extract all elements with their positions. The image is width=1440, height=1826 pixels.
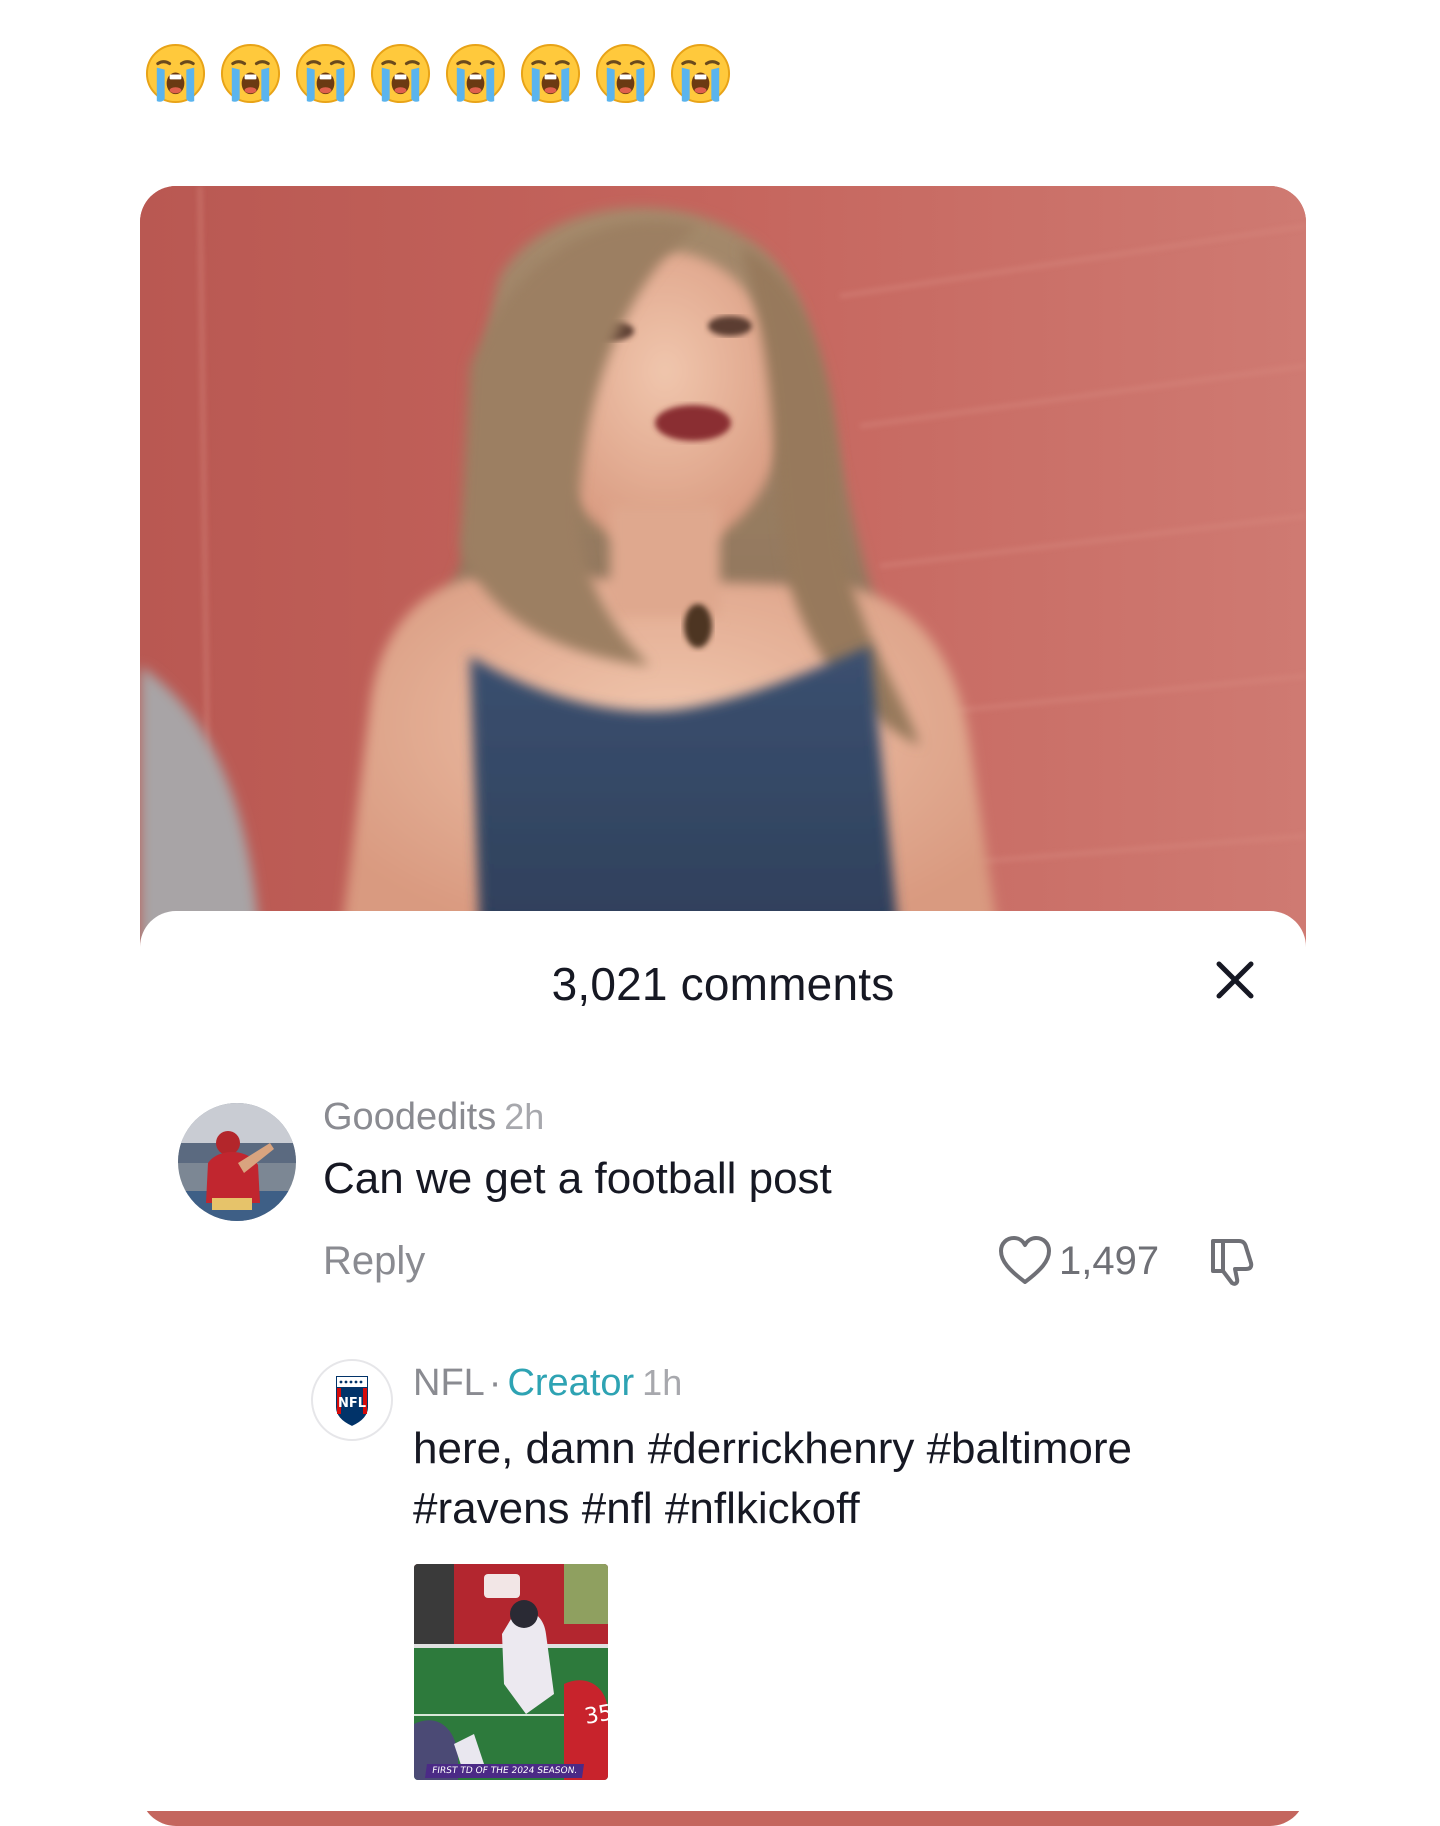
reply-header: NFL · Creator 1h	[413, 1362, 682, 1405]
reply-button[interactable]: Reply	[323, 1239, 425, 1284]
svg-text:35: 35	[583, 1700, 608, 1729]
thumbs-down-icon	[1211, 1239, 1254, 1286]
emoji-row	[144, 42, 732, 106]
close-icon	[1216, 961, 1254, 999]
nfl-logo: NFL	[334, 1374, 370, 1429]
reply-timestamp: 1h	[642, 1362, 683, 1403]
like-count: 1,497	[1059, 1238, 1160, 1283]
loudly-crying-face-icon	[145, 43, 206, 104]
svg-text:NFL: NFL	[338, 1396, 366, 1411]
close-button[interactable]	[1210, 955, 1260, 1005]
football-player-avatar	[178, 1103, 296, 1221]
comments-count-title: 3,021 comments	[551, 958, 895, 1010]
comment-header: Goodedits 2h	[323, 1096, 544, 1139]
loudly-crying-face-icon	[670, 43, 731, 104]
reply-text-line: #ravens #nfl #nflkickoff	[413, 1484, 860, 1533]
loudly-crying-face-icon	[445, 43, 506, 104]
reply-separator: ·	[488, 1362, 502, 1404]
loudly-crying-face-icon	[370, 43, 431, 104]
heart-icon	[999, 1236, 1051, 1284]
comment-username[interactable]: Goodedits	[323, 1096, 496, 1138]
football-play-thumbnail: 35	[414, 1564, 608, 1780]
loudly-crying-face-icon	[220, 43, 281, 104]
loudly-crying-face-icon	[295, 43, 356, 104]
reply-video-thumbnail[interactable]: 35 FIRST TD OF THE 2024 SEASON.	[414, 1564, 608, 1780]
creator-badge: Creator	[507, 1362, 635, 1404]
thumbnail-caption: FIRST TD OF THE 2024 SEASON.	[425, 1764, 585, 1778]
reply-username[interactable]: NFL	[413, 1362, 485, 1404]
comment-timestamp: 2h	[504, 1096, 545, 1137]
video-still	[140, 186, 1306, 946]
loudly-crying-face-icon	[595, 43, 656, 104]
reply-text-line: here, damn #derrickhenry #baltimore	[413, 1424, 1133, 1473]
dislike-button[interactable]	[1205, 1233, 1261, 1289]
comments-sheet: 3,021 comments Goodedits 2h Can we get a …	[140, 911, 1306, 1811]
avatar[interactable]	[178, 1103, 296, 1221]
reply-text: here, damn #derrickhenry #baltimore #rav…	[413, 1419, 1273, 1539]
nfl-avatar[interactable]: NFL	[311, 1359, 393, 1441]
comment-text: Can we get a football post	[323, 1154, 832, 1203]
loudly-crying-face-icon	[520, 43, 581, 104]
like-button[interactable]: 1,497	[997, 1231, 1159, 1291]
